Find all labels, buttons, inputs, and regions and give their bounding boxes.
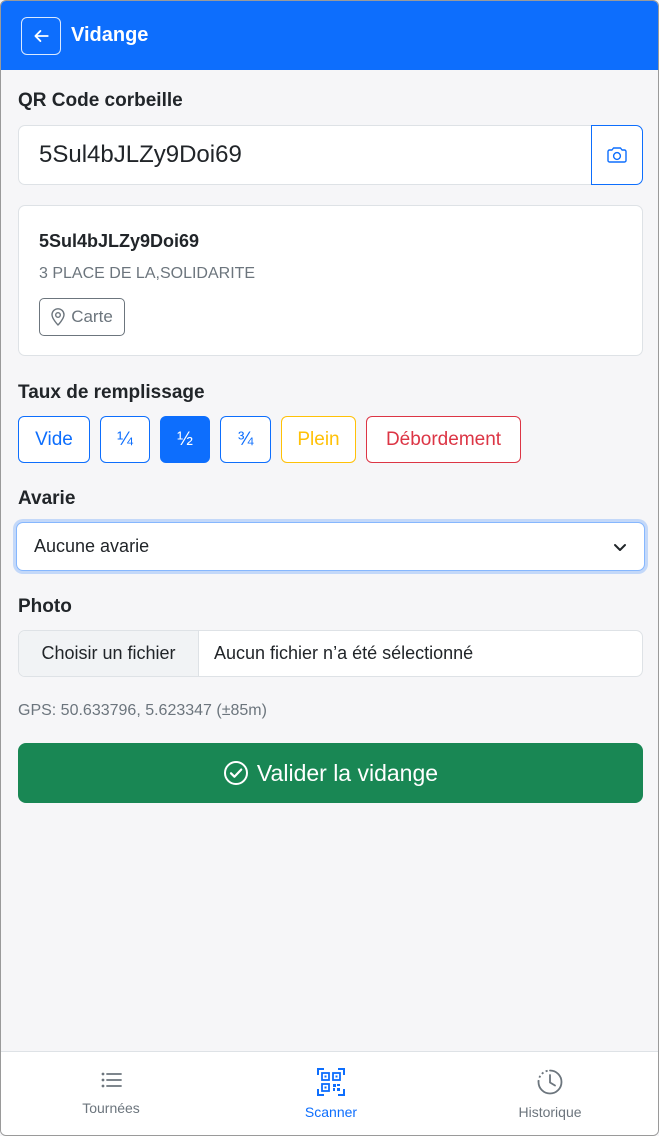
- top-bar: Vidange: [1, 1, 658, 70]
- fill-option-half[interactable]: ½: [160, 416, 210, 463]
- fill-option-three-quarters[interactable]: ¾: [220, 416, 271, 463]
- bottom-nav: Tournées Scanner Historique: [1, 1051, 658, 1135]
- bin-code: 5Sul4bJLZy9Doi69: [39, 231, 200, 251]
- bin-info-card: 5Sul4bJLZy9Doi69 3 PLACE DE LA,SOLIDARIT…: [18, 205, 643, 356]
- check-circle-icon: [223, 761, 248, 785]
- fill-option-label: Plein: [297, 428, 340, 450]
- choose-file-button[interactable]: Choisir un fichier: [19, 631, 199, 676]
- qr-label: QR Code corbeille: [18, 90, 183, 111]
- damage-select-value: Aucune avarie: [34, 536, 150, 556]
- damage-select[interactable]: Aucune avarie: [16, 522, 645, 571]
- qr-input-group: 5Sul4bJLZy9Doi69: [18, 125, 643, 185]
- validate-button[interactable]: Valider la vidange: [18, 743, 643, 803]
- qr-scan-icon: [317, 1068, 345, 1096]
- map-button[interactable]: Carte: [39, 298, 125, 336]
- damage-label: Avarie: [18, 488, 76, 509]
- bin-address: 3 PLACE DE LA,SOLIDARITE: [39, 265, 256, 282]
- back-button[interactable]: [21, 16, 61, 55]
- fill-option-label: ½: [177, 428, 193, 450]
- nav-label: Historique: [518, 1104, 582, 1120]
- nav-label: Tournées: [82, 1100, 140, 1116]
- fill-option-overflow[interactable]: Débordement: [366, 416, 521, 463]
- nav-item-scanner[interactable]: Scanner: [221, 1052, 441, 1135]
- nav-item-historique[interactable]: Historique: [440, 1052, 658, 1135]
- map-pin-icon: [51, 308, 65, 326]
- chevron-down-icon: [614, 544, 626, 551]
- fill-option-quarter[interactable]: ¼: [100, 416, 150, 463]
- fill-level-label: Taux de remplissage: [18, 382, 205, 403]
- validate-button-label: Valider la vidange: [256, 759, 439, 786]
- fill-option-full[interactable]: Plein: [281, 416, 356, 463]
- list-icon: [101, 1072, 122, 1088]
- fill-option-label: ¾: [237, 428, 254, 450]
- fill-option-label: Débordement: [385, 428, 502, 450]
- nav-label: Scanner: [304, 1104, 358, 1120]
- map-button-label: Carte: [71, 307, 113, 326]
- app-frame: Vidange QR Code corbeille 5Sul4bJLZy9Doi…: [0, 0, 659, 1136]
- fill-option-empty[interactable]: Vide: [18, 416, 90, 463]
- file-status-text: Aucun fichier n’a été sélectionné: [214, 643, 474, 663]
- history-icon: [537, 1069, 563, 1095]
- fill-option-label: Vide: [35, 428, 73, 450]
- arrow-left-icon: [34, 29, 49, 42]
- qr-code-input[interactable]: 5Sul4bJLZy9Doi69: [18, 125, 591, 185]
- fill-option-label: ¼: [117, 428, 133, 450]
- page-title: Vidange: [71, 24, 149, 46]
- camera-icon: [607, 147, 627, 163]
- photo-label: Photo: [18, 596, 72, 617]
- gps-readout: GPS: 50.633796, 5.623347 (±85m): [18, 702, 267, 719]
- scan-camera-button[interactable]: [591, 125, 643, 185]
- nav-item-tournees[interactable]: Tournées: [1, 1052, 221, 1135]
- photo-file-input[interactable]: Choisir un fichier Aucun fichier n’a été…: [18, 630, 643, 677]
